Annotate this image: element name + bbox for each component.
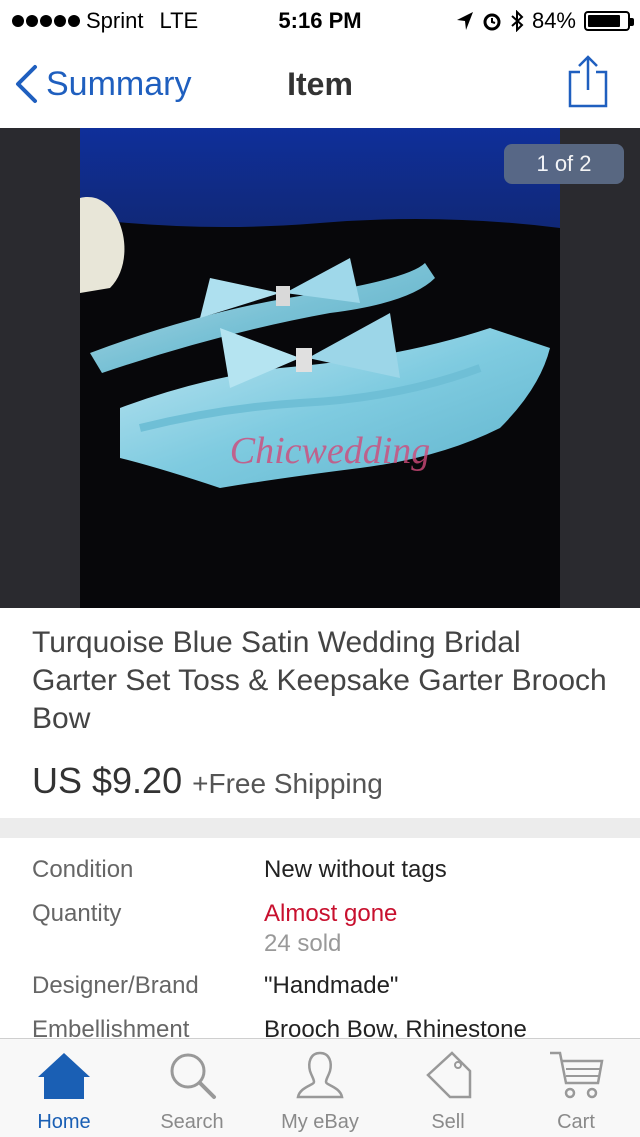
detail-value: "Handmade" [264,972,399,999]
battery-percent: 84% [531,8,576,33]
tab-home[interactable]: Home [0,1039,128,1137]
quantity-status: Almost gone [264,900,398,927]
tab-bar: Home Search My eBay Sell Cart [0,1038,640,1137]
tab-label: Sell [431,1111,465,1133]
detail-label: Condition [32,856,134,883]
image-pager-badge: 1 of 2 [504,144,624,184]
item-title: Turquoise Blue Satin Wedding Bridal Gart… [32,626,607,735]
alarm-icon [483,13,501,31]
page-title: Item [287,66,353,102]
item-price: US $9.20 [32,760,183,801]
user-icon [296,1051,344,1099]
price-row: US $9.20 +Free Shipping [32,760,383,802]
detail-value-group: Almost gone 24 sold [264,900,397,958]
item-photo[interactable]: Chicwedding [80,128,560,608]
shipping-info: +Free Shipping [192,768,383,799]
tab-label: Search [160,1111,224,1133]
tab-sell[interactable]: Sell [384,1039,512,1137]
detail-label: Designer/Brand [32,972,199,999]
section-divider [0,818,640,838]
battery-icon [584,11,634,31]
tab-cart[interactable]: Cart [512,1039,640,1137]
status-bar: Sprint LTE 5:16 PM 84% [0,0,640,40]
tab-my-ebay[interactable]: My eBay [256,1039,384,1137]
detail-label: Quantity [32,900,122,927]
tag-icon [426,1051,472,1099]
sold-count: 24 sold [264,930,342,957]
tab-label: Cart [557,1111,595,1133]
bluetooth-icon [511,10,524,32]
watermark-text: Chicwedding [230,430,431,472]
status-right: 84% [456,8,634,34]
cart-icon [550,1051,604,1099]
product-image: Chicwedding [80,128,560,608]
share-icon[interactable] [564,54,612,110]
image-gallery[interactable]: Chicwedding 1 of 2 [0,128,640,608]
detail-value: New without tags [264,856,447,883]
home-icon [38,1053,90,1099]
tab-label: My eBay [281,1111,359,1133]
location-arrow-icon [456,12,473,30]
search-icon [170,1053,216,1099]
nav-bar: Summary Item [0,40,640,129]
tab-search[interactable]: Search [128,1039,256,1137]
tab-label: Home [37,1111,91,1133]
